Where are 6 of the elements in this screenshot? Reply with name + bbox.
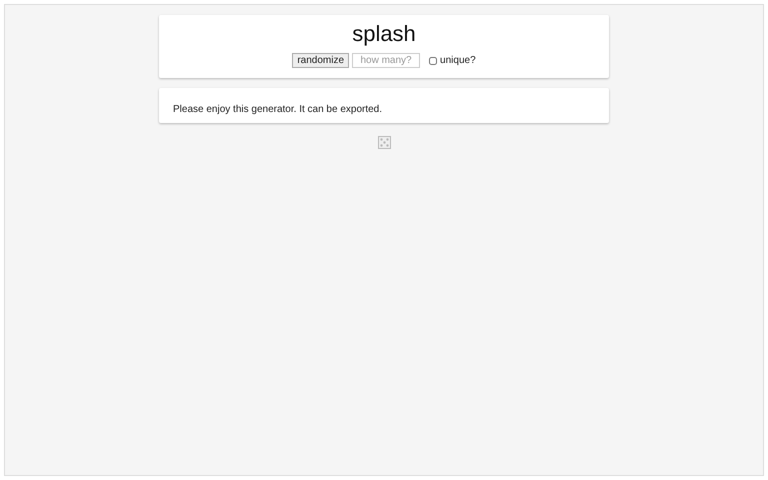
unique-checkbox[interactable] [429,56,438,64]
page-title: splash [352,21,416,47]
randomize-button[interactable]: randomize [292,53,350,68]
output-text: Please enjoy this generator. It can be exported. [173,104,382,115]
count-field[interactable]: how many? [352,53,420,68]
unique-label: unique? [440,55,476,66]
